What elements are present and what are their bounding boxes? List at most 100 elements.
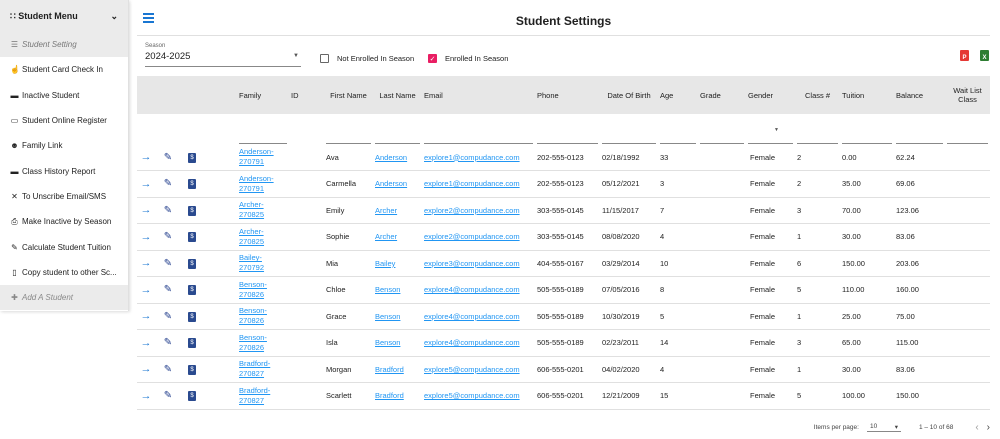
- open-arrow-icon[interactable]: →: [141, 390, 152, 402]
- cell-last[interactable]: Bradford: [373, 382, 422, 410]
- cell-family[interactable]: Archer- 270825: [237, 223, 289, 251]
- menu-item-8[interactable]: ✎ Calculate Student Tuition: [0, 234, 128, 259]
- edit-pencil-icon[interactable]: ✎: [164, 364, 172, 375]
- not-enrolled-checkbox-box[interactable]: [320, 54, 329, 63]
- cell-family[interactable]: Anderson- 270791: [237, 144, 289, 171]
- payment-doc-icon[interactable]: $: [188, 179, 196, 190]
- column-filter-input[interactable]: [537, 130, 598, 144]
- chevron-down-icon[interactable]: ⌄: [110, 11, 118, 22]
- menu-item-9[interactable]: ▯ Copy student to other Sc...: [0, 260, 128, 285]
- pdf-export-icon[interactable]: P: [960, 50, 969, 61]
- cell-last[interactable]: Benson: [373, 303, 422, 330]
- open-arrow-icon[interactable]: →: [141, 337, 152, 349]
- open-arrow-icon[interactable]: →: [141, 363, 152, 375]
- column-header[interactable]: Balance: [894, 76, 945, 114]
- payment-doc-icon[interactable]: $: [188, 205, 196, 216]
- open-arrow-icon[interactable]: →: [141, 151, 152, 163]
- open-arrow-icon[interactable]: →: [141, 231, 152, 243]
- cell-last[interactable]: Benson: [373, 276, 422, 304]
- cell-family[interactable]: Archer- 270825: [237, 197, 289, 224]
- cell-family[interactable]: Bradford- 270827: [237, 382, 289, 410]
- menu-item-5[interactable]: ▬ Class History Report: [0, 158, 128, 183]
- menu-item-1[interactable]: ☝ Student Card Check In: [0, 57, 128, 82]
- cell-family[interactable]: Benson- 270826: [237, 303, 289, 330]
- cell-last[interactable]: Bradford: [373, 356, 422, 383]
- cell-family[interactable]: Bailey- 270792: [237, 250, 289, 277]
- column-header[interactable]: Family: [237, 76, 289, 114]
- menu-item-10[interactable]: ✚ Add A Student: [0, 284, 128, 311]
- payment-doc-icon[interactable]: $: [188, 391, 196, 402]
- cell-email[interactable]: explore4@compudance.com: [422, 303, 535, 330]
- column-filter-input[interactable]: [700, 130, 744, 144]
- edit-pencil-icon[interactable]: ✎: [164, 152, 172, 163]
- column-filter-input[interactable]: [424, 130, 533, 144]
- payment-doc-icon[interactable]: $: [188, 338, 196, 349]
- payment-doc-icon[interactable]: $: [188, 258, 196, 269]
- edit-pencil-icon[interactable]: ✎: [164, 284, 172, 295]
- cell-family[interactable]: Anderson- 270791: [237, 170, 289, 198]
- cell-family[interactable]: Benson- 270826: [237, 329, 289, 357]
- column-header[interactable]: Wait List Class: [945, 76, 990, 114]
- menu-item-0[interactable]: ☰ Student Setting: [0, 32, 128, 58]
- column-filter-input[interactable]: [797, 130, 838, 144]
- edit-pencil-icon[interactable]: ✎: [164, 205, 172, 216]
- column-header[interactable]: Date Of Birth: [600, 76, 658, 114]
- open-arrow-icon[interactable]: →: [141, 257, 152, 269]
- cell-email[interactable]: explore1@compudance.com: [422, 144, 535, 171]
- column-header[interactable]: Email: [422, 76, 535, 114]
- column-header[interactable]: ID: [289, 76, 324, 114]
- cell-last[interactable]: Anderson: [373, 144, 422, 171]
- menu-item-3[interactable]: ▭ Student Online Register: [0, 108, 128, 133]
- cell-family[interactable]: Bradford- 270827: [237, 356, 289, 383]
- column-header[interactable]: Gender: [746, 76, 795, 114]
- cell-email[interactable]: explore5@compudance.com: [422, 382, 535, 410]
- column-header[interactable]: First Name: [324, 76, 373, 114]
- cell-email[interactable]: explore2@compudance.com: [422, 223, 535, 251]
- column-header[interactable]: Age: [658, 76, 698, 114]
- edit-pencil-icon[interactable]: ✎: [164, 231, 172, 242]
- edit-pencil-icon[interactable]: ✎: [164, 337, 172, 348]
- column-header[interactable]: Last Name: [373, 76, 422, 114]
- enrolled-checkbox-box[interactable]: ✓: [428, 54, 437, 63]
- cell-email[interactable]: explore4@compudance.com: [422, 276, 535, 304]
- student-menu-header[interactable]: ∷ Student Menu ⌄: [0, 0, 128, 32]
- payment-doc-icon[interactable]: $: [188, 152, 196, 163]
- prev-page-icon[interactable]: ‹: [975, 422, 978, 433]
- cell-last[interactable]: Archer: [373, 197, 422, 224]
- open-arrow-icon[interactable]: →: [141, 178, 152, 190]
- enrolled-checkbox[interactable]: ✓ Enrolled In Season: [428, 54, 508, 63]
- cell-last[interactable]: Anderson: [373, 170, 422, 198]
- menu-item-7[interactable]: ⎙ Make Inactive by Season: [0, 209, 128, 234]
- cell-email[interactable]: explore5@compudance.com: [422, 356, 535, 383]
- open-arrow-icon[interactable]: →: [141, 310, 152, 322]
- edit-pencil-icon[interactable]: ✎: [164, 258, 172, 269]
- column-header[interactable]: Grade: [698, 76, 746, 114]
- column-filter-input[interactable]: [947, 130, 988, 144]
- open-arrow-icon[interactable]: →: [141, 204, 152, 216]
- column-header[interactable]: Phone: [535, 76, 600, 114]
- payment-doc-icon[interactable]: $: [188, 285, 196, 296]
- excel-export-icon[interactable]: X: [980, 50, 989, 61]
- cell-email[interactable]: explore1@compudance.com: [422, 170, 535, 198]
- column-filter-input[interactable]: [602, 130, 656, 144]
- column-filter-input[interactable]: ▼: [748, 127, 793, 144]
- season-select[interactable]: Season 2024-2025 ▼: [145, 43, 301, 67]
- cell-email[interactable]: explore3@compudance.com: [422, 250, 535, 277]
- menu-item-4[interactable]: ☻ Family Link: [0, 133, 128, 158]
- edit-pencil-icon[interactable]: ✎: [164, 178, 172, 189]
- column-header[interactable]: Class #: [795, 76, 840, 114]
- cell-last[interactable]: Archer: [373, 223, 422, 251]
- edit-pencil-icon[interactable]: ✎: [164, 311, 172, 322]
- column-filter-input[interactable]: [896, 130, 943, 144]
- payment-doc-icon[interactable]: $: [188, 364, 196, 375]
- not-enrolled-checkbox[interactable]: Not Enrolled In Season: [320, 54, 414, 63]
- column-filter-input[interactable]: [660, 130, 696, 144]
- column-filter-input[interactable]: [326, 130, 371, 144]
- cell-last[interactable]: Benson: [373, 329, 422, 357]
- cell-family[interactable]: Benson- 270826: [237, 276, 289, 304]
- next-page-icon[interactable]: ›: [987, 422, 990, 433]
- cell-email[interactable]: explore4@compudance.com: [422, 329, 535, 357]
- column-filter-input[interactable]: [842, 130, 892, 144]
- menu-item-6[interactable]: ✕ To Unscribe Email/SMS: [0, 184, 128, 209]
- open-arrow-icon[interactable]: →: [141, 284, 152, 296]
